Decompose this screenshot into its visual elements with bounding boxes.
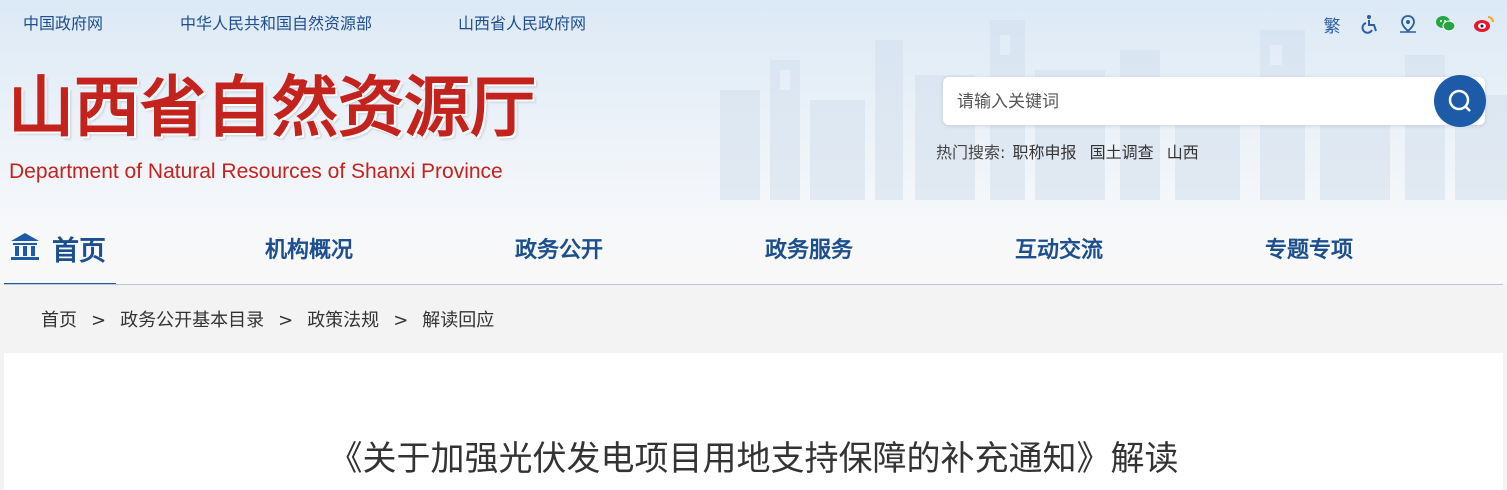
breadcrumb-item[interactable]: 政务公开基本目录 (120, 310, 264, 331)
link-mnr[interactable]: 中华人民共和国自然资源部 (180, 10, 372, 34)
site-logo-chinese[interactable]: 山西省自然资源厅 (8, 74, 536, 140)
hot-search-term[interactable]: 国土调查 (1090, 143, 1154, 162)
nav-item-special-topics[interactable]: 专题专项 (1265, 232, 1353, 264)
article-title: 《关于加强光伏发电项目用地支持保障的补充通知》解读 (328, 439, 1179, 479)
nav-item-gov-affairs-open[interactable]: 政务公开 (515, 232, 603, 264)
breadcrumb-item[interactable]: 首页 (41, 310, 77, 331)
government-building-icon (11, 233, 39, 260)
hot-search-term[interactable]: 职称申报 (1013, 143, 1077, 162)
breadcrumb-item-current[interactable]: 解读回应 (422, 310, 494, 331)
breadcrumb: 首页 > 政务公开基本目录 > 政策法规 > 解读回应 (41, 306, 494, 332)
weibo-icon[interactable] (1473, 13, 1495, 35)
site-logo-english: Department of Natural Resources of Shanx… (9, 160, 503, 183)
nav-item-interaction[interactable]: 互动交流 (1015, 232, 1103, 264)
nav-item-home[interactable]: 首页 (4, 220, 116, 285)
nav-item-organization[interactable]: 机构概况 (265, 232, 353, 264)
hot-search-term[interactable]: 山西 (1167, 143, 1199, 162)
breadcrumb-separator: > (393, 310, 409, 331)
nav-divider (4, 284, 1503, 285)
breadcrumb-item[interactable]: 政策法规 (307, 310, 379, 331)
nav-home-label: 首页 (52, 236, 106, 267)
search-button[interactable] (1434, 75, 1486, 127)
traditional-chinese-toggle[interactable]: 繁 (1321, 13, 1343, 37)
hot-search-label: 热门搜索: (936, 143, 1006, 162)
breadcrumb-separator: > (278, 310, 294, 331)
link-gov-cn[interactable]: 中国政府网 (23, 10, 103, 34)
main-nav: 首页 机构概况 政务公开 政务服务 互动交流 专题专项 (0, 220, 1507, 285)
site-header: 中国政府网 中华人民共和国自然资源部 山西省人民政府网 繁 山西省自然资源厅 D… (0, 0, 1507, 285)
search-input[interactable] (955, 77, 1419, 127)
link-shanxi-gov[interactable]: 山西省人民政府网 (458, 10, 586, 34)
wechat-icon[interactable] (1435, 13, 1457, 35)
breadcrumb-separator: > (91, 310, 107, 331)
hot-search: 热门搜索: 职称申报 国土调查 山西 (936, 139, 1207, 163)
nav-item-gov-services[interactable]: 政务服务 (765, 232, 853, 264)
search-icon (1448, 89, 1471, 112)
top-icon-bar: 繁 (1321, 11, 1495, 37)
accessibility-icon[interactable] (1359, 13, 1381, 35)
article-container: 《关于加强光伏发电项目用地支持保障的补充通知》解读 (4, 353, 1503, 490)
map-pin-icon[interactable] (1397, 13, 1419, 35)
search-box (943, 75, 1486, 127)
